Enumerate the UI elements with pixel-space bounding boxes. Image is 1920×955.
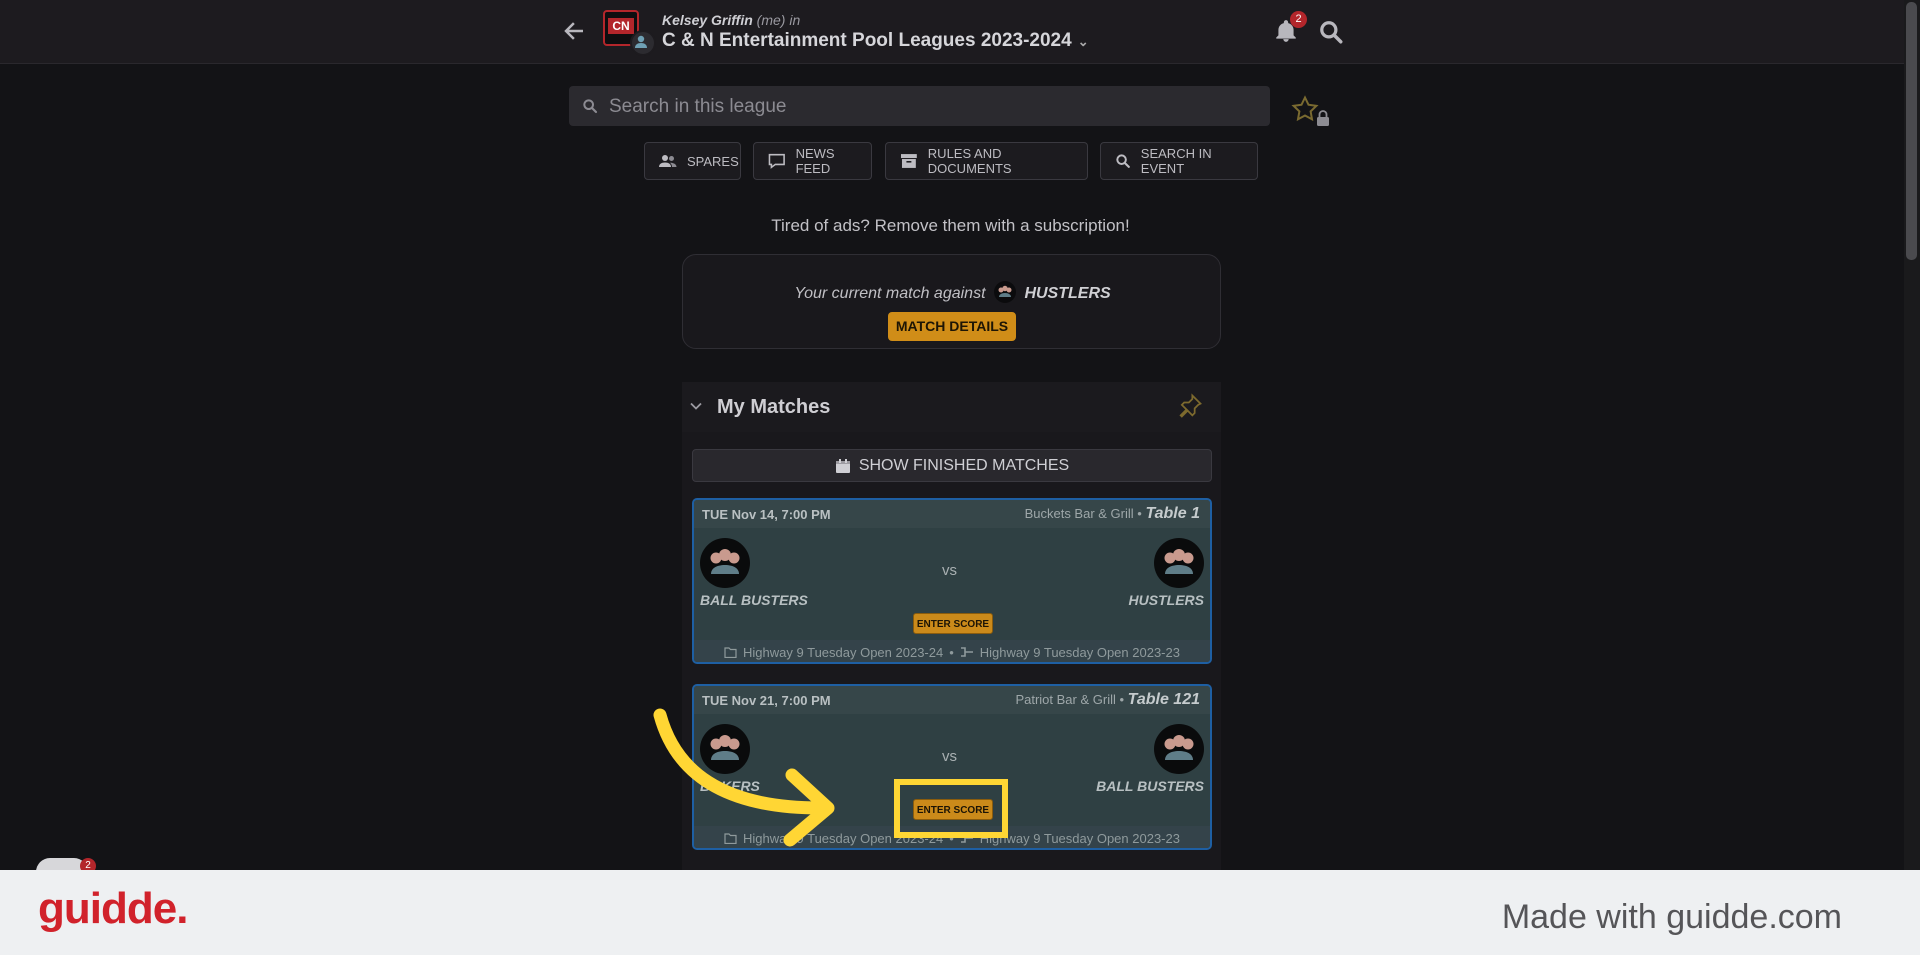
calendar-icon [835,458,850,473]
search-icon [583,99,598,114]
away-team-name: HUSTLERS [1128,592,1204,608]
footer-separator: • [949,644,954,660]
match-venue: Patriot Bar & Grill • Table 121 [1015,691,1200,709]
enter-score-button[interactable]: ENTER SCORE [913,613,993,634]
search-icon [1116,154,1130,168]
user-context: Kelsey Griffin (me) in [662,12,800,28]
news-feed-label: NEWS FEED [795,146,835,176]
pin-icon[interactable] [1176,392,1204,420]
league-search [569,86,1270,128]
made-with-text[interactable]: Made with guidde.com [1502,898,1842,937]
opponent-name: HUSTLERS [1024,285,1111,302]
current-match-card: Your current match against HUSTLERS MATC… [682,254,1221,349]
my-matches-title: My Matches [717,396,831,418]
my-matches-header: My Matches [682,382,1221,432]
folder-icon [724,646,737,658]
away-team-avatar [1154,724,1204,774]
away-team-name: BALL BUSTERS [1096,778,1204,794]
match-footer: Highway 9 Tuesday Open 2023-24 • Highway… [694,640,1210,662]
match-card[interactable]: TUE Nov 14, 7:00 PM Buckets Bar & Grill … [692,498,1212,664]
chevron-down-icon[interactable] [688,398,704,414]
rules-documents-label: RULES AND DOCUMENTS [927,146,1012,176]
league-selector[interactable]: C & N Entertainment Pool Leagues 2023-20… [662,30,1089,52]
team-icon [998,285,1012,297]
home-team-name: BALL BUSTERS [700,592,808,608]
spares-label: SPARES [687,153,739,169]
match-details-button[interactable]: MATCH DETAILS [888,312,1016,341]
home-team-avatar [700,538,750,588]
users-icon [659,155,677,167]
table-number: Table 121 [1127,691,1200,708]
show-finished-matches-button[interactable]: SHOW FINISHED MATCHES [692,449,1212,482]
bracket-icon [960,647,973,657]
rules-documents-button[interactable]: RULES AND DOCUMENTS [885,142,1088,180]
bracket-name: Highway 9 Tuesday Open 2023-23 [979,830,1180,846]
remove-ads-link[interactable]: Tired of ads? Remove them with a subscri… [680,216,1221,236]
back-arrow-icon[interactable] [558,16,588,46]
division-name: Highway 9 Tuesday Open 2023-24 [743,644,944,660]
match-venue: Buckets Bar & Grill • Table 1 [1025,505,1200,523]
spares-button[interactable]: SPARES [644,142,741,180]
highlight-box [894,779,1008,838]
match-header: TUE Nov 14, 7:00 PM Buckets Bar & Grill … [694,500,1210,528]
venue-name: Patriot Bar & Grill • [1015,692,1125,707]
versus-label: vs [942,748,957,765]
search-event-label: SEARCH IN EVENT [1140,146,1212,176]
user-name: Kelsey Griffin [662,12,753,28]
chevron-down-icon: ⌄ [1077,34,1089,49]
search-icon[interactable] [1318,19,1344,45]
league-name: C & N Entertainment Pool Leagues 2023-20… [662,30,1072,51]
user-avatar [630,30,656,56]
team-icon [1164,735,1194,760]
user-icon [635,35,647,48]
away-team-avatar [1154,538,1204,588]
guidde-logo[interactable]: guidde. [38,884,188,934]
show-finished-label: SHOW FINISHED MATCHES [858,456,1070,474]
scrollbar-thumb[interactable] [1906,2,1917,260]
team-icon [1164,549,1194,574]
archive-icon [900,154,917,168]
tutorial-arrow-icon [653,708,835,847]
league-logo-text: CN [608,18,634,34]
versus-label: vs [942,562,957,579]
current-match-text: Your current match against HUSTLERS [683,281,1222,303]
news-feed-button[interactable]: NEWS FEED [753,142,872,180]
team-avatar-icon [993,281,1016,303]
current-match-label: Your current match against [794,285,986,302]
user-suffix: (me) in [756,12,801,28]
table-number: Table 1 [1145,505,1200,522]
guidde-footer: guidde. Made with guidde.com [0,870,1920,955]
team-icon [710,549,740,574]
notification-badge: 2 [1290,11,1307,28]
search-input[interactable] [607,86,1251,128]
comment-icon [768,153,785,169]
lock-icon [1317,110,1329,126]
venue-name: Buckets Bar & Grill • [1024,506,1142,521]
bracket-name: Highway 9 Tuesday Open 2023-23 [979,644,1180,660]
match-date: TUE Nov 14, 7:00 PM [702,507,831,522]
search-event-button[interactable]: SEARCH IN EVENT [1100,142,1258,180]
